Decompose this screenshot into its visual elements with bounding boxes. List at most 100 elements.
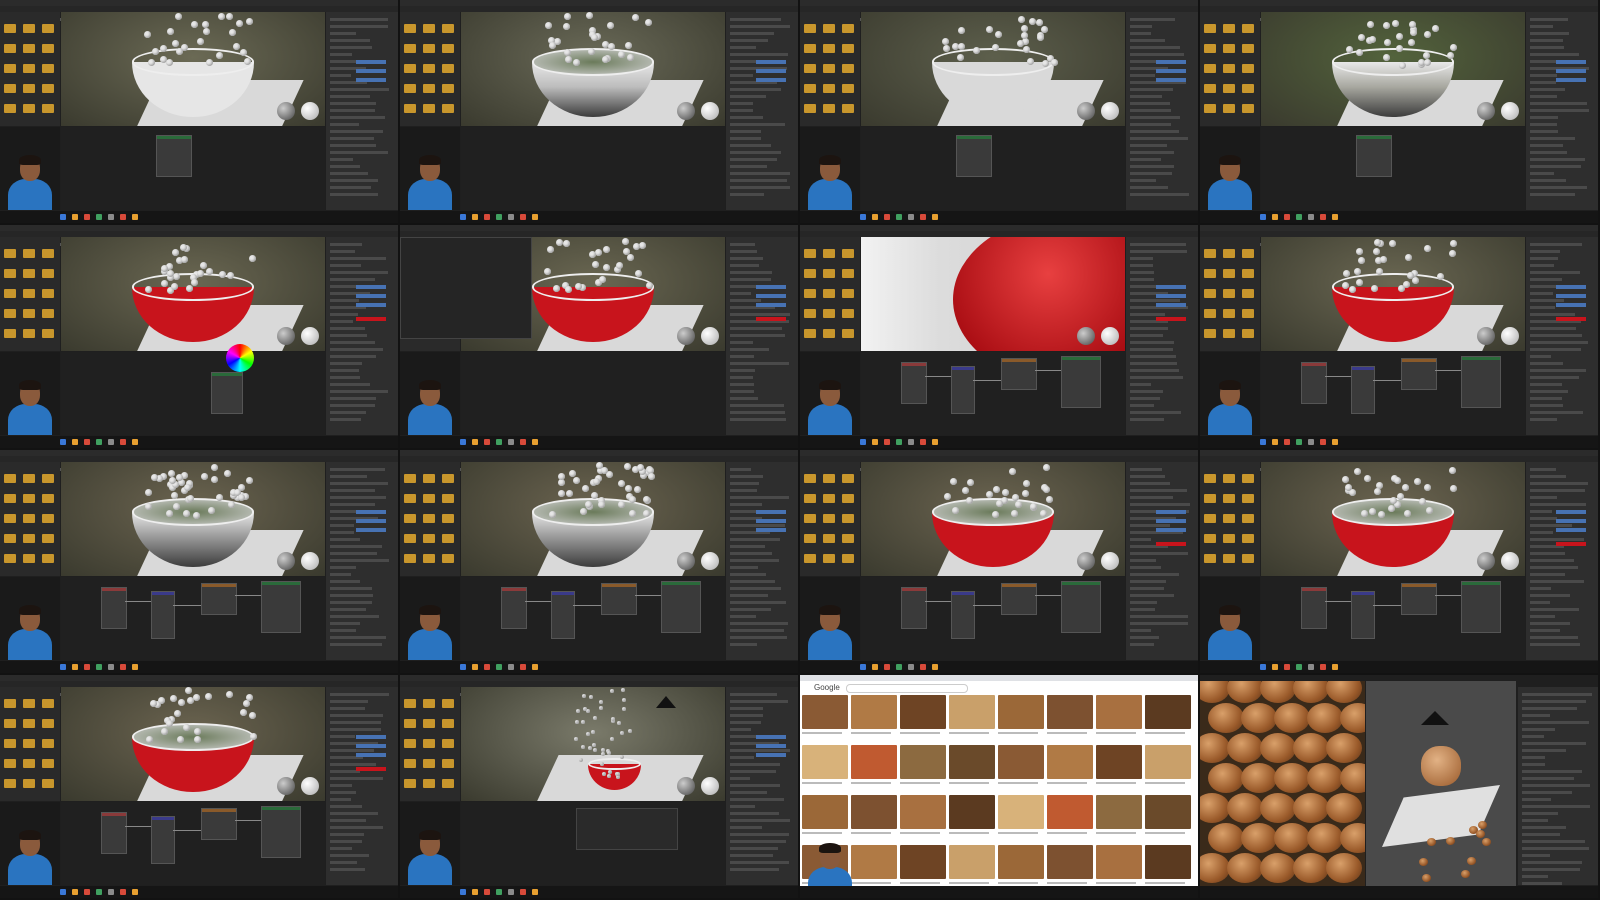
property-field[interactable] [756, 303, 786, 307]
taskbar-app-icon[interactable] [72, 889, 78, 895]
taskbar-app-icon[interactable] [84, 664, 90, 670]
taskbar-app-icon[interactable] [860, 439, 866, 445]
shader-node[interactable] [1401, 583, 1437, 615]
folder-icon[interactable] [1223, 44, 1235, 53]
folder-icon[interactable] [1204, 64, 1216, 73]
folder-icon[interactable] [1223, 514, 1235, 523]
result-thumbnail[interactable] [1145, 795, 1191, 829]
color-swatch[interactable] [1156, 542, 1186, 546]
folder-icon[interactable] [804, 514, 816, 523]
shader-node[interactable] [201, 808, 237, 840]
shader-node-editor[interactable] [861, 127, 1125, 210]
properties-panel[interactable] [326, 237, 398, 435]
taskbar-app-icon[interactable] [84, 214, 90, 220]
properties-panel[interactable] [326, 12, 398, 210]
shader-node-editor[interactable] [1261, 577, 1525, 660]
folder-icon[interactable] [842, 84, 854, 93]
color-swatch[interactable] [1556, 317, 1586, 321]
taskbar-app-icon[interactable] [896, 664, 902, 670]
shader-node[interactable] [1001, 583, 1037, 615]
taskbar-app-icon[interactable] [132, 439, 138, 445]
property-field[interactable] [1556, 69, 1586, 73]
taskbar-app-icon[interactable] [1308, 664, 1314, 670]
taskbar-app-icon[interactable] [1296, 214, 1302, 220]
folder-icon[interactable] [1242, 289, 1254, 298]
folder-icon[interactable] [4, 269, 16, 278]
property-field[interactable] [1156, 78, 1186, 82]
folder-icon[interactable] [842, 44, 854, 53]
folder-icon[interactable] [1204, 309, 1216, 318]
taskbar-app-icon[interactable] [872, 214, 878, 220]
taskbar-app-icon[interactable] [460, 439, 466, 445]
taskbar-app-icon[interactable] [884, 439, 890, 445]
folder-icon[interactable] [42, 514, 54, 523]
asset-browser[interactable] [1200, 462, 1260, 576]
taskbar-app-icon[interactable] [496, 664, 502, 670]
taskbar-app-icon[interactable] [96, 664, 102, 670]
shader-node[interactable] [951, 591, 975, 639]
folder-icon[interactable] [804, 104, 816, 113]
folder-icon[interactable] [42, 779, 54, 788]
shader-node-editor[interactable] [61, 577, 325, 660]
3d-viewport[interactable] [861, 12, 1125, 126]
folder-icon[interactable] [442, 534, 454, 543]
3d-viewport[interactable] [1261, 462, 1525, 576]
properties-panel[interactable] [1518, 687, 1598, 885]
property-field[interactable] [756, 519, 786, 523]
taskbar-app-icon[interactable] [1260, 439, 1266, 445]
shader-node[interactable] [1351, 591, 1375, 639]
folder-icon[interactable] [823, 104, 835, 113]
taskbar-app-icon[interactable] [932, 664, 938, 670]
property-field[interactable] [356, 285, 386, 289]
folder-icon[interactable] [4, 719, 16, 728]
folder-icon[interactable] [442, 494, 454, 503]
folder-icon[interactable] [42, 309, 54, 318]
property-field[interactable] [1556, 285, 1586, 289]
properties-panel[interactable] [726, 12, 798, 210]
folder-icon[interactable] [442, 24, 454, 33]
taskbar-app-icon[interactable] [520, 889, 526, 895]
taskbar-app-icon[interactable] [60, 214, 66, 220]
taskbar-app-icon[interactable] [920, 664, 926, 670]
folder-icon[interactable] [42, 739, 54, 748]
3d-viewport[interactable] [61, 12, 325, 126]
taskbar-app-icon[interactable] [520, 439, 526, 445]
shader-node[interactable] [156, 135, 192, 177]
property-field[interactable] [356, 753, 386, 757]
folder-icon[interactable] [42, 759, 54, 768]
folder-icon[interactable] [4, 494, 16, 503]
folder-icon[interactable] [23, 494, 35, 503]
taskbar-app-icon[interactable] [496, 889, 502, 895]
folder-icon[interactable] [4, 739, 16, 748]
asset-browser[interactable] [800, 12, 860, 126]
folder-icon[interactable] [423, 474, 435, 483]
taskbar-app-icon[interactable] [508, 439, 514, 445]
property-field[interactable] [1556, 60, 1586, 64]
asset-browser[interactable] [800, 462, 860, 576]
folder-icon[interactable] [404, 84, 416, 93]
shader-node[interactable] [1061, 581, 1101, 633]
folder-icon[interactable] [1204, 249, 1216, 258]
property-field[interactable] [1156, 285, 1186, 289]
taskbar-app-icon[interactable] [120, 439, 126, 445]
taskbar-app-icon[interactable] [532, 439, 538, 445]
taskbar-app-icon[interactable] [96, 889, 102, 895]
shader-node[interactable] [1351, 366, 1375, 414]
taskbar-app-icon[interactable] [1332, 214, 1338, 220]
shader-node[interactable] [151, 816, 175, 864]
folder-icon[interactable] [423, 84, 435, 93]
folder-icon[interactable] [423, 44, 435, 53]
folder-icon[interactable] [404, 739, 416, 748]
folder-icon[interactable] [4, 554, 16, 563]
folder-icon[interactable] [442, 44, 454, 53]
taskbar-app-icon[interactable] [472, 889, 478, 895]
shader-node[interactable] [201, 583, 237, 615]
folder-icon[interactable] [42, 494, 54, 503]
folder-icon[interactable] [423, 779, 435, 788]
folder-icon[interactable] [804, 534, 816, 543]
result-thumbnail[interactable] [1096, 795, 1142, 829]
folder-icon[interactable] [42, 329, 54, 338]
folder-icon[interactable] [842, 24, 854, 33]
folder-icon[interactable] [404, 474, 416, 483]
result-thumbnail[interactable] [1145, 745, 1191, 779]
